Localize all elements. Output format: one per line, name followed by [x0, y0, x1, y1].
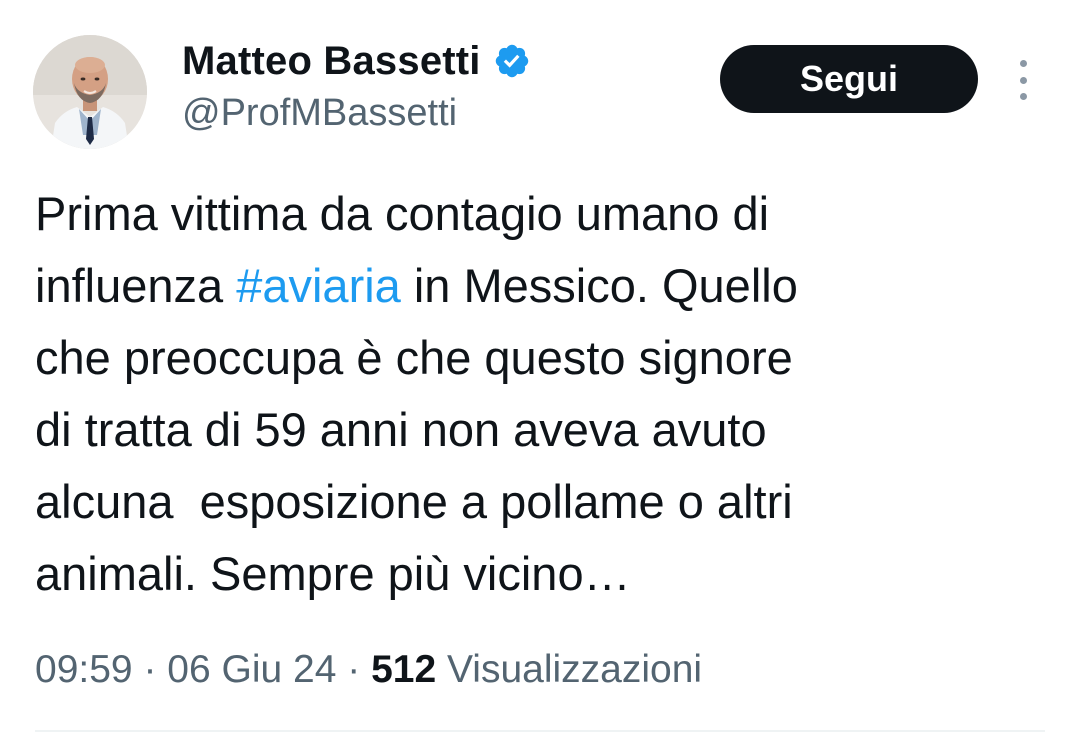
meta-separator: ·: [336, 648, 372, 691]
follow-button[interactable]: Segui: [720, 45, 978, 113]
tweet-header: Matteo Bassetti @ProfMBassetti Segui: [0, 0, 1080, 150]
author-handle[interactable]: @ProfMBassetti: [182, 90, 531, 136]
tweet-text-segment: di tratta di 59 anni non aveva avuto: [35, 403, 767, 456]
divider: [35, 730, 1045, 732]
tweet-text-segment: in Messico. Quello: [400, 259, 798, 312]
hashtag-link[interactable]: #aviaria: [236, 259, 401, 312]
verified-badge-icon[interactable]: [493, 42, 531, 80]
tweet-line: animali. Sempre più vicino…: [35, 538, 1045, 610]
display-name[interactable]: Matteo Bassetti: [182, 38, 481, 84]
meta-separator: ·: [132, 648, 168, 691]
more-vertical-icon[interactable]: [1008, 60, 1038, 100]
avatar[interactable]: [33, 35, 147, 149]
tweet-card: Matteo Bassetti @ProfMBassetti Segui Pri…: [0, 0, 1080, 737]
tweet-line: che preoccupa è che questo signore: [35, 322, 1045, 394]
tweet-text-segment: Prima vittima da contagio umano di: [35, 187, 770, 240]
tweet-line: di tratta di 59 anni non aveva avuto: [35, 394, 1045, 466]
tweet-meta: 09:59 · 06 Giu 24 · 512 Visualizzazioni: [35, 640, 702, 700]
author-info: Matteo Bassetti @ProfMBassetti: [182, 38, 531, 136]
tweet-date[interactable]: 06 Giu 24: [167, 648, 336, 691]
tweet-text-segment: animali. Sempre più vicino…: [35, 547, 631, 600]
tweet-line: alcuna esposizione a pollame o altri: [35, 466, 1045, 538]
tweet-time[interactable]: 09:59: [35, 648, 133, 691]
more-dot: [1019, 76, 1027, 84]
views-count: 512: [371, 648, 437, 691]
tweet-text-segment: che preoccupa è che questo signore: [35, 331, 793, 384]
more-dot: [1019, 60, 1027, 67]
tweet-text: Prima vittima da contagio umano di influ…: [35, 178, 1045, 610]
display-name-row: Matteo Bassetti: [182, 38, 531, 84]
tweet-text-segment: influenza: [35, 259, 237, 312]
tweet-line: influenza #aviaria in Messico. Quello: [35, 250, 1045, 322]
tweet-text-segment: alcuna esposizione a pollame o altri: [35, 475, 793, 528]
avatar-photo: [33, 35, 147, 149]
views-label: Visualizzazioni: [436, 648, 703, 691]
more-dot: [1019, 93, 1027, 100]
tweet-line: Prima vittima da contagio umano di: [35, 178, 1045, 250]
